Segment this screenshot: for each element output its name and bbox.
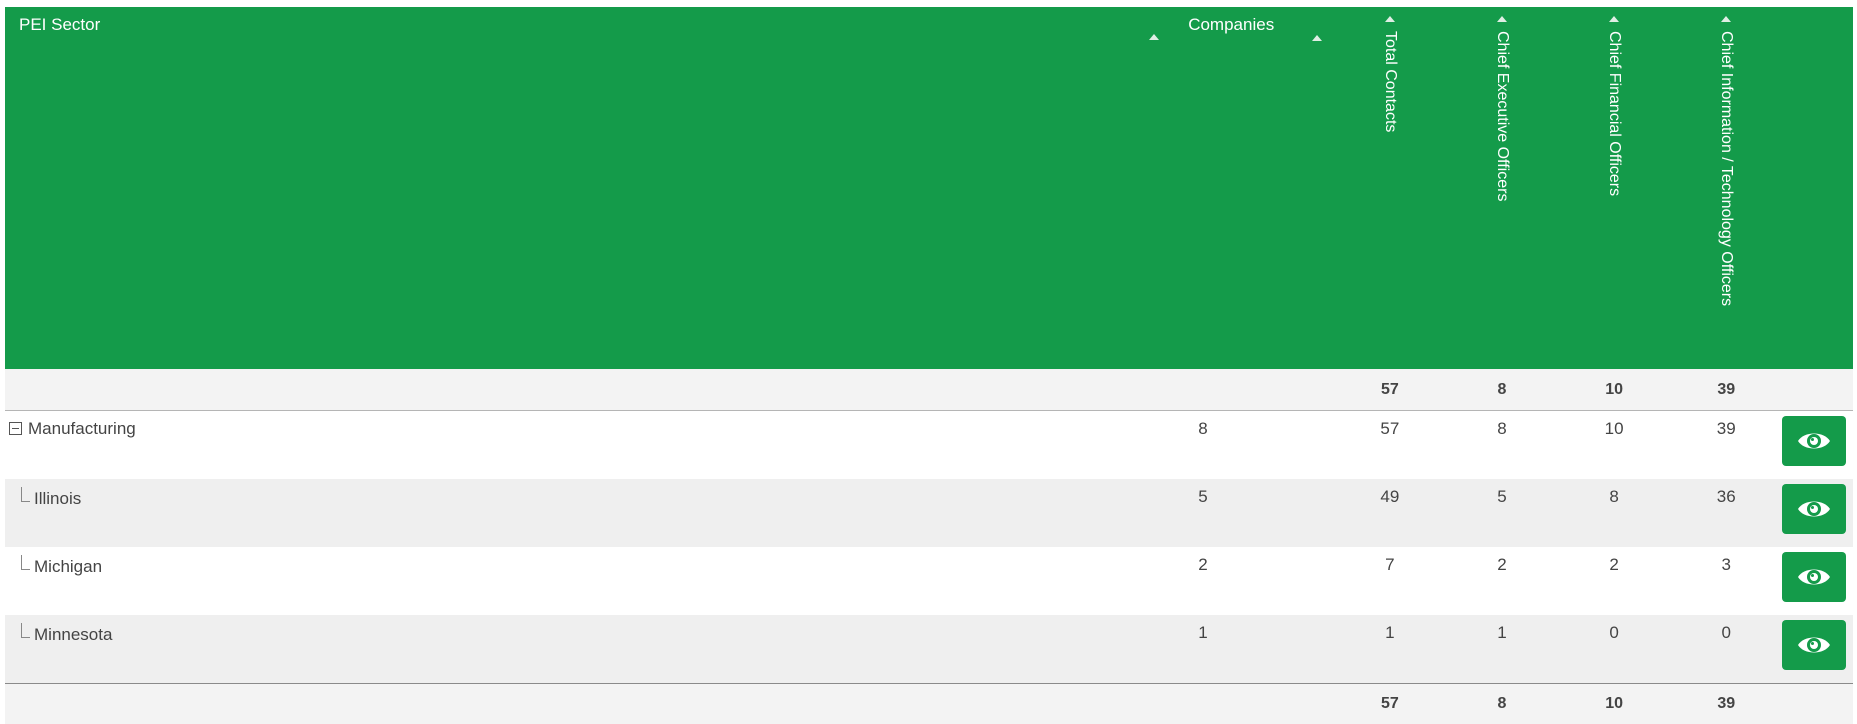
summary-cio: 39	[1670, 684, 1782, 724]
cfo-cell: 0	[1558, 615, 1670, 684]
summary-total-contacts: 57	[1334, 684, 1446, 724]
eye-icon	[1797, 429, 1831, 453]
column-header-label: Chief Executive Officers	[1493, 31, 1511, 201]
summary-cio: 39	[1670, 369, 1782, 411]
total-contacts-cell: 7	[1334, 547, 1446, 615]
sort-ascending-icon[interactable]	[1497, 16, 1507, 22]
sector-cell: Illinois	[5, 479, 1171, 547]
column-header-actions	[1782, 7, 1853, 369]
tree-branch-icon	[21, 555, 30, 570]
column-header-total-contacts[interactable]: Total Contacts	[1334, 7, 1446, 369]
view-button[interactable]	[1782, 416, 1846, 466]
eye-icon	[1797, 633, 1831, 657]
sector-cell: Minnesota	[5, 615, 1171, 684]
companies-cell: 2	[1171, 547, 1334, 615]
eye-icon	[1797, 497, 1831, 521]
sector-cell: Michigan	[5, 547, 1171, 615]
summary-cfo: 10	[1558, 684, 1670, 724]
summary-total-contacts: 57	[1334, 369, 1446, 411]
sort-ascending-icon[interactable]	[1312, 35, 1322, 41]
sort-ascending-icon[interactable]	[1385, 16, 1395, 22]
header-row: PEI Sector Companies Total Contacts Chie…	[5, 7, 1853, 369]
cio-cell: 36	[1670, 479, 1782, 547]
table-row: Minnesota 1 1 1 0 0	[5, 615, 1853, 684]
companies-cell: 1	[1171, 615, 1334, 684]
tree-branch-icon	[21, 623, 30, 638]
view-button[interactable]	[1782, 620, 1846, 670]
tree-branch-icon	[21, 487, 30, 502]
pivot-table: PEI Sector Companies Total Contacts Chie…	[5, 7, 1853, 724]
companies-cell: 8	[1171, 411, 1334, 480]
sector-name: Minnesota	[34, 625, 112, 644]
table-row: Manufacturing 8 57 8 10 39	[5, 411, 1853, 480]
column-header-companies[interactable]: Companies	[1171, 7, 1334, 369]
pivot-table-container: PEI Sector Companies Total Contacts Chie…	[5, 7, 1853, 724]
view-button[interactable]	[1782, 552, 1846, 602]
view-button[interactable]	[1782, 484, 1846, 534]
sector-name: Manufacturing	[28, 419, 136, 438]
column-header-label: Chief Information / Technology Officers	[1717, 31, 1735, 306]
cfo-cell: 8	[1558, 479, 1670, 547]
cfo-cell: 10	[1558, 411, 1670, 480]
cio-cell: 3	[1670, 547, 1782, 615]
summary-cfo: 10	[1558, 369, 1670, 411]
column-header-cio[interactable]: Chief Information / Technology Officers	[1670, 7, 1782, 369]
ceo-cell: 8	[1446, 411, 1558, 480]
total-contacts-cell: 1	[1334, 615, 1446, 684]
column-header-label: Companies	[1188, 15, 1274, 35]
minus-square-icon[interactable]	[9, 422, 22, 435]
column-header-label: Total Contacts	[1381, 31, 1399, 132]
sector-name: Michigan	[34, 557, 102, 576]
sector-cell: Manufacturing	[5, 411, 1171, 480]
sort-ascending-icon[interactable]	[1609, 16, 1619, 22]
summary-ceo: 8	[1446, 684, 1558, 724]
cio-cell: 0	[1670, 615, 1782, 684]
cfo-cell: 2	[1558, 547, 1670, 615]
total-contacts-cell: 49	[1334, 479, 1446, 547]
ceo-cell: 5	[1446, 479, 1558, 547]
sector-name: Illinois	[34, 489, 81, 508]
sort-ascending-icon[interactable]	[1149, 34, 1159, 40]
summary-row-bottom: 57 8 10 39	[5, 684, 1853, 724]
sort-ascending-icon[interactable]	[1721, 16, 1731, 22]
table-row: Illinois 5 49 5 8 36	[5, 479, 1853, 547]
ceo-cell: 2	[1446, 547, 1558, 615]
cio-cell: 39	[1670, 411, 1782, 480]
total-contacts-cell: 57	[1334, 411, 1446, 480]
eye-icon	[1797, 565, 1831, 589]
summary-row-top: 57 8 10 39	[5, 369, 1853, 411]
summary-ceo: 8	[1446, 369, 1558, 411]
column-header-label: PEI Sector	[19, 15, 100, 34]
table-row: Michigan 2 7 2 2 3	[5, 547, 1853, 615]
companies-cell: 5	[1171, 479, 1334, 547]
column-header-label: Chief Financial Officers	[1605, 31, 1623, 196]
column-header-cfo[interactable]: Chief Financial Officers	[1558, 7, 1670, 369]
column-header-ceo[interactable]: Chief Executive Officers	[1446, 7, 1558, 369]
ceo-cell: 1	[1446, 615, 1558, 684]
column-header-sector[interactable]: PEI Sector	[5, 7, 1171, 369]
